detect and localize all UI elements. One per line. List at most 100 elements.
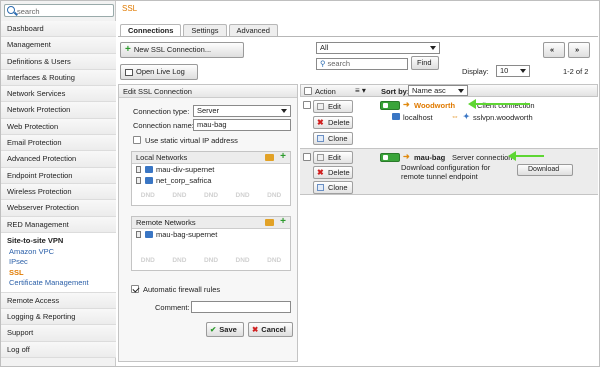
remote-network-name: mau-bag-supernet	[156, 230, 218, 239]
delete-button[interactable]: ✖ Delete	[313, 166, 353, 179]
sort-by-label: Sort by:	[381, 87, 410, 96]
sidebar-subitem-amazon-vpc[interactable]: Amazon VPC	[1, 247, 116, 258]
local-networks-header: Local Networks +	[132, 151, 290, 164]
save-button-label: Save	[219, 325, 237, 334]
sidebar-item-wireless-protection[interactable]: Wireless Protection	[1, 183, 116, 201]
list-header: Action ≡ ▾ Sort by: Name asc	[300, 84, 598, 97]
sidebar-group-title[interactable]: Site-to-site VPN	[1, 235, 116, 247]
sidebar-search-input[interactable]: search	[4, 4, 114, 17]
cancel-button[interactable]: ✖ Cancel	[248, 322, 293, 337]
sidebar-subitem-ssl[interactable]: SSL	[1, 268, 116, 279]
new-ssl-connection-button[interactable]: + New SSL Connection...	[120, 42, 244, 58]
local-networks-box[interactable]: Local Networks + mau-div-supernet net_co…	[131, 151, 291, 206]
prev-page-button[interactable]: «	[543, 42, 565, 58]
sidebar-item-red-management[interactable]: RED Management	[1, 216, 116, 233]
remote-endpoint: sslvpn.woodworth	[473, 113, 533, 122]
list-search-input[interactable]: ⚲ search	[316, 58, 408, 70]
add-icon[interactable]: +	[280, 216, 286, 228]
edit-icon	[317, 103, 324, 110]
auto-firewall-label: Automatic firewall rules	[143, 285, 221, 294]
connection-name-field[interactable]: mau-bag	[193, 119, 291, 131]
sidebar-item-network-services[interactable]: Network Services	[1, 86, 116, 103]
plus-icon: +	[125, 44, 131, 56]
sidebar-item-endpoint-protection[interactable]: Endpoint Protection	[1, 167, 116, 184]
delete-icon: ✖	[317, 118, 324, 127]
enable-toggle[interactable]	[380, 153, 400, 162]
list-item: mau-bag-supernet	[132, 229, 290, 240]
connection-name: Woodworth	[414, 101, 456, 110]
connection-type-select[interactable]: Server	[193, 105, 291, 117]
filter-select-value: All	[320, 43, 329, 52]
trash-icon[interactable]	[136, 166, 141, 173]
sidebar-search-placeholder: search	[17, 7, 40, 16]
clone-button[interactable]: Clone	[313, 132, 353, 145]
delete-button[interactable]: ✖ Delete	[313, 116, 353, 129]
sort-select[interactable]: Name asc	[408, 85, 468, 96]
annotation-arrow	[508, 151, 544, 161]
table-row: Edit ✖ Delete Clone ➜ Woodworth Client co…	[300, 97, 598, 149]
connection-type: Server connection	[452, 153, 513, 162]
sidebar-item-support[interactable]: Support	[1, 325, 116, 342]
dnd-watermark: DND	[235, 257, 250, 264]
static-ip-label: Use static virtual IP address	[145, 136, 238, 145]
trash-icon[interactable]	[136, 231, 141, 238]
chevron-down-icon	[430, 46, 436, 50]
folder-icon[interactable]	[265, 219, 274, 226]
sidebar-item-logging-reporting[interactable]: Logging & Reporting	[1, 309, 116, 326]
edit-ssl-connection-panel: Edit SSL Connection Connection type: Ser…	[118, 84, 298, 362]
comment-field[interactable]	[191, 301, 291, 313]
auto-firewall-checkbox[interactable]	[131, 285, 139, 293]
sidebar-item-web-protection[interactable]: Web Protection	[1, 118, 116, 136]
open-live-log-button[interactable]: Open Live Log	[120, 64, 198, 80]
delete-icon: ✖	[317, 168, 324, 177]
add-icon[interactable]: +	[280, 151, 286, 163]
tab-settings[interactable]: Settings	[183, 24, 227, 36]
select-all-checkbox[interactable]	[304, 87, 312, 95]
enable-toggle[interactable]	[380, 101, 400, 110]
log-icon	[125, 68, 133, 76]
sidebar-item-network-protection[interactable]: Network Protection	[1, 102, 116, 119]
chevron-down-icon	[520, 69, 526, 73]
sidebar-item-email-protection[interactable]: Email Protection	[1, 135, 116, 152]
sidebar-item-management[interactable]: Management	[1, 37, 116, 54]
display-count-select[interactable]: 10	[496, 65, 530, 77]
filter-select[interactable]: All	[316, 42, 440, 54]
trash-icon[interactable]	[136, 177, 141, 184]
edit-icon	[317, 154, 324, 161]
static-ip-checkbox[interactable]	[133, 136, 141, 144]
sidebar-subitem-ipsec[interactable]: IPsec	[1, 257, 116, 268]
column-menu-icon[interactable]: ≡ ▾	[355, 86, 366, 95]
sidebar-item-log-off[interactable]: Log off	[1, 341, 116, 359]
next-page-button[interactable]: »	[568, 42, 590, 58]
sidebar-item-webserver-protection[interactable]: Webserver Protection	[1, 200, 116, 217]
dnd-watermark: DND	[235, 192, 250, 199]
row-checkbox[interactable]	[303, 101, 311, 109]
edit-button[interactable]: Edit	[313, 100, 353, 113]
sidebar-item-remote-access[interactable]: Remote Access	[1, 292, 116, 310]
search-icon	[7, 6, 15, 14]
connection-name-label: Connection name:	[133, 121, 194, 130]
remote-networks-box[interactable]: Remote Networks + mau-bag-supernet DND D…	[131, 216, 291, 271]
sidebar-item-advanced-protection[interactable]: Advanced Protection	[1, 151, 116, 168]
tab-bar: Connections Settings Advanced	[120, 24, 280, 36]
edit-button[interactable]: Edit	[313, 151, 353, 164]
dnd-watermark: DND	[203, 192, 219, 199]
find-button[interactable]: Find	[411, 56, 439, 70]
sidebar-item-dashboard[interactable]: Dashboard	[1, 21, 116, 38]
connection-name: mau-bag	[414, 153, 446, 162]
prev-page-icon: «	[550, 45, 555, 54]
sidebar-subitem-certificate-management[interactable]: Certificate Management	[1, 278, 116, 289]
sort-select-value: Name asc	[412, 86, 446, 95]
tab-connections[interactable]: Connections	[120, 24, 182, 36]
clone-button[interactable]: Clone	[313, 181, 353, 194]
tab-advanced[interactable]: Advanced	[228, 24, 278, 36]
save-button[interactable]: ✔ Save	[206, 322, 244, 337]
sidebar-item-definitions-users[interactable]: Definitions & Users	[1, 53, 116, 70]
local-network-name: mau-div-supernet	[156, 165, 215, 174]
clone-label: Clone	[328, 183, 348, 192]
folder-icon[interactable]	[265, 154, 274, 161]
row-checkbox[interactable]	[303, 153, 311, 161]
connection-arrow-icon: ➜	[403, 152, 410, 161]
sidebar-item-interfaces-routing[interactable]: Interfaces & Routing	[1, 69, 116, 87]
download-button[interactable]: Download	[517, 164, 573, 176]
